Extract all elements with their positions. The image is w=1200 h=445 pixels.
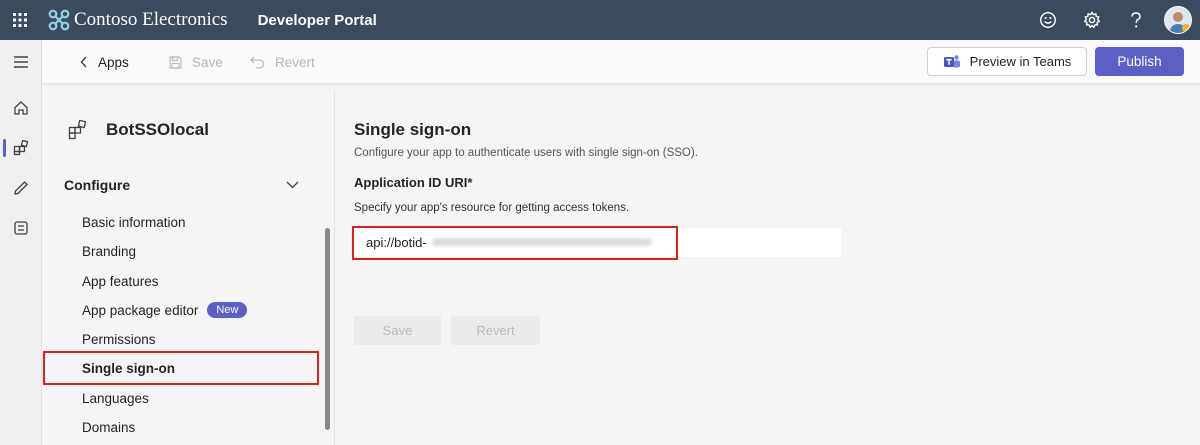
page-title: Single sign-on [354, 120, 472, 139]
nav-item-app-features[interactable]: App features [82, 271, 159, 291]
nav-item-permissions[interactable]: Permissions [82, 329, 156, 349]
content-save-button[interactable]: Save [354, 316, 441, 345]
back-label: Apps [98, 54, 129, 70]
smiley-icon[interactable] [1026, 0, 1070, 40]
teams-icon [943, 54, 960, 67]
selected-item-highlight [43, 351, 319, 385]
page-description: Configure your app to authenticate users… [354, 147, 698, 159]
nav-item-branding[interactable]: Branding [82, 241, 136, 261]
app-nav: BotSSOlocal Configure Basic information … [42, 90, 335, 445]
settings-icon[interactable] [1070, 0, 1114, 40]
preview-label: Preview in Teams [969, 54, 1072, 69]
nav-item-app-package-editor[interactable]: App package editor New [82, 300, 248, 320]
content-revert-button[interactable]: Revert [451, 316, 540, 345]
rail-active-indicator [3, 139, 6, 157]
revert-label: Revert [275, 54, 315, 70]
forms-icon[interactable] [0, 213, 42, 243]
undo-icon [250, 56, 265, 69]
chevron-left-icon [80, 56, 87, 68]
chevron-down-icon [286, 181, 299, 189]
publish-label: Publish [1117, 54, 1162, 69]
revert-button[interactable]: Revert [250, 40, 315, 84]
configure-section-header[interactable]: Configure [64, 177, 299, 193]
apps-icon[interactable] [0, 133, 42, 163]
section-label: Configure [64, 177, 131, 193]
main-content: Single sign-on Configure your app to aut… [336, 90, 1200, 445]
avatar[interactable] [1164, 6, 1192, 34]
app-icon [68, 120, 87, 140]
app-title: BotSSOlocal [68, 120, 209, 140]
tools-icon[interactable] [0, 173, 42, 203]
preview-in-teams-button[interactable]: Preview in Teams [927, 47, 1087, 76]
nav-scrollbar[interactable] [325, 228, 330, 430]
uri-highlight-box [352, 226, 678, 260]
publish-button[interactable]: Publish [1095, 47, 1184, 76]
nav-item-domains[interactable]: Domains [82, 417, 135, 437]
nav-item-languages[interactable]: Languages [82, 388, 149, 408]
hamburger-icon[interactable] [0, 47, 42, 77]
app-name: BotSSOlocal [106, 120, 209, 139]
save-label: Save [192, 54, 223, 70]
portal-name: Developer Portal [257, 11, 377, 29]
nav-item-basic-information[interactable]: Basic information [82, 212, 186, 232]
application-id-uri-help: Specify your app's resource for getting … [354, 202, 630, 214]
contoso-logo-icon [48, 9, 70, 31]
waffle-icon[interactable] [0, 0, 40, 40]
application-id-uri-label: Application ID URI* [354, 175, 473, 190]
new-badge: New [207, 302, 248, 318]
home-icon[interactable] [0, 93, 42, 123]
command-bar: Apps Save Revert Preview in Teams Publis… [42, 40, 1200, 84]
back-to-apps-button[interactable]: Apps [80, 40, 129, 84]
brand[interactable]: Contoso Electronics [48, 9, 228, 31]
save-button[interactable]: Save [169, 40, 223, 84]
save-icon [169, 55, 182, 69]
help-icon[interactable] [1114, 0, 1158, 40]
top-bar: Contoso Electronics Developer Portal [0, 0, 1200, 40]
brand-name: Contoso Electronics [74, 9, 228, 30]
left-rail [0, 40, 42, 445]
